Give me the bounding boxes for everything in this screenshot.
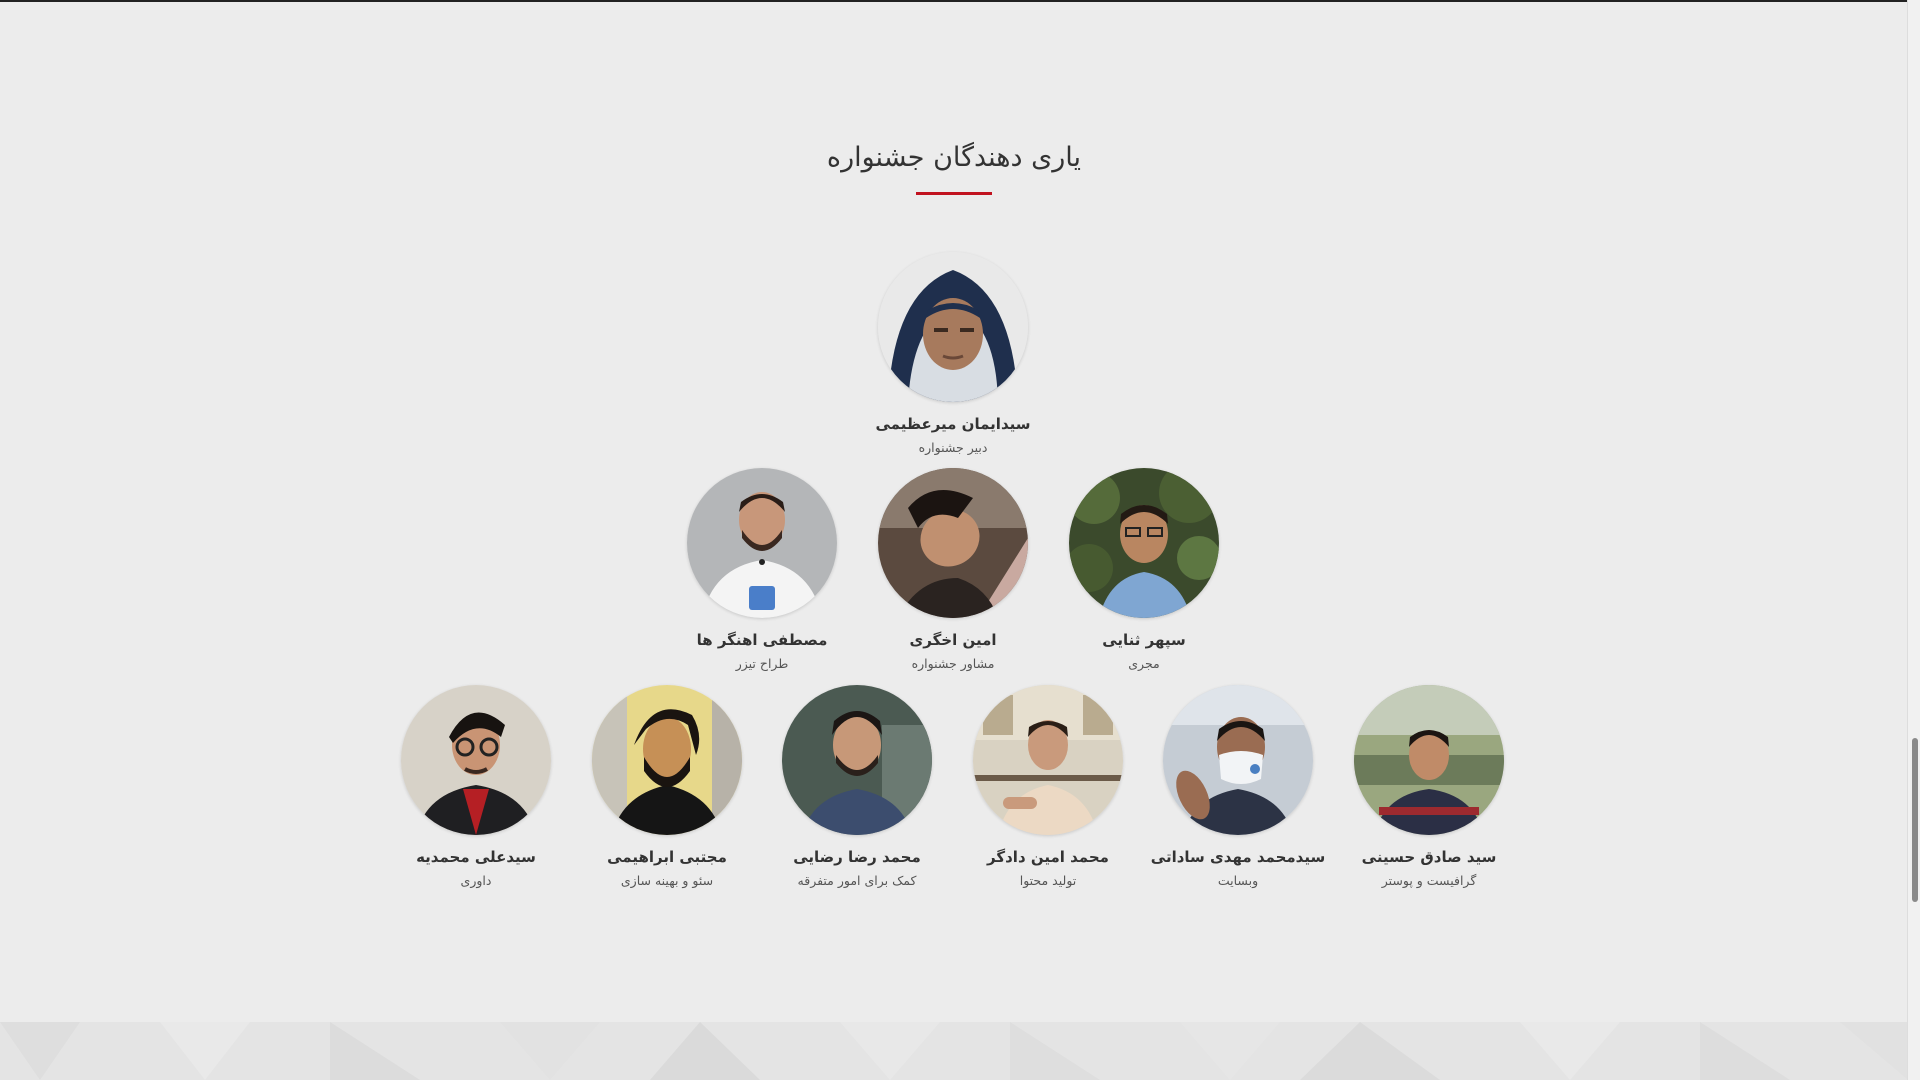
- member-role: داوری: [460, 873, 492, 888]
- team-member-card: سیدعلی محمدیه داوری: [381, 685, 571, 890]
- team-member-card: محمد رضا رضایی کمک برای امور متفرقه: [762, 685, 952, 890]
- team-member-card: سید صادق حسینی گرافیست و پوستر: [1334, 685, 1524, 890]
- member-name: سیدعلی محمدیه: [416, 848, 536, 866]
- top-divider: [0, 0, 1920, 2]
- team-member-card: مجتبی ابراهیمی سئو و بهینه سازی: [572, 685, 762, 890]
- member-role: وبسایت: [1217, 873, 1259, 888]
- member-name: مصطفی اهنگر ها: [696, 631, 828, 649]
- member-name: محمد امین دادگر: [987, 848, 1109, 866]
- member-role: تولید محتوا: [1019, 873, 1077, 888]
- member-avatar: [1163, 685, 1313, 835]
- section-title: یاری دهندگان جشنواره: [826, 142, 1082, 173]
- title-underline: [916, 192, 992, 195]
- member-role: مشاور جشنواره: [911, 656, 995, 671]
- team-member-card: امین اخگری مشاور جشنواره: [858, 468, 1048, 673]
- team-member-card: سیدایمان میرعظیمی دبیر جشنواره: [858, 252, 1048, 457]
- member-avatar: [687, 468, 837, 618]
- member-name: سپهر ثنایی: [1102, 631, 1186, 649]
- member-name: سیدمحمد مهدی ساداتی: [1150, 848, 1326, 866]
- member-name: امین اخگری: [909, 631, 997, 649]
- member-name: سیدایمان میرعظیمی: [875, 415, 1031, 433]
- member-role: مجری: [1128, 656, 1160, 671]
- member-name: محمد رضا رضایی: [793, 848, 921, 866]
- team-member-card: سیدمحمد مهدی ساداتی وبسایت: [1143, 685, 1333, 890]
- member-role: سئو و بهینه سازی: [620, 873, 714, 888]
- member-name: سید صادق حسینی: [1361, 848, 1497, 866]
- team-member-card: محمد امین دادگر تولید محتوا: [953, 685, 1143, 890]
- member-role: دبیر جشنواره: [918, 440, 988, 455]
- member-avatar: [592, 685, 742, 835]
- team-member-card: مصطفی اهنگر ها طراح تیزر: [667, 468, 857, 673]
- vertical-scrollbar[interactable]: [1907, 0, 1920, 1080]
- member-avatar: [1354, 685, 1504, 835]
- member-role: طراح تیزر: [735, 656, 789, 671]
- team-member-card: سپهر ثنایی مجری: [1049, 468, 1239, 673]
- footer-pattern: [0, 1022, 1908, 1080]
- member-avatar: [878, 468, 1028, 618]
- member-role: گرافیست و پوستر: [1381, 873, 1477, 888]
- member-name: مجتبی ابراهیمی: [607, 848, 727, 866]
- member-role: کمک برای امور متفرقه: [797, 873, 917, 888]
- member-avatar: [1069, 468, 1219, 618]
- member-avatar: [973, 685, 1123, 835]
- page: یاری دهندگان جشنواره سیدایمان میرعظیمی د…: [0, 0, 1920, 1080]
- scrollbar-thumb[interactable]: [1912, 738, 1918, 902]
- member-avatar: [401, 685, 551, 835]
- member-avatar: [878, 252, 1028, 402]
- member-avatar: [782, 685, 932, 835]
